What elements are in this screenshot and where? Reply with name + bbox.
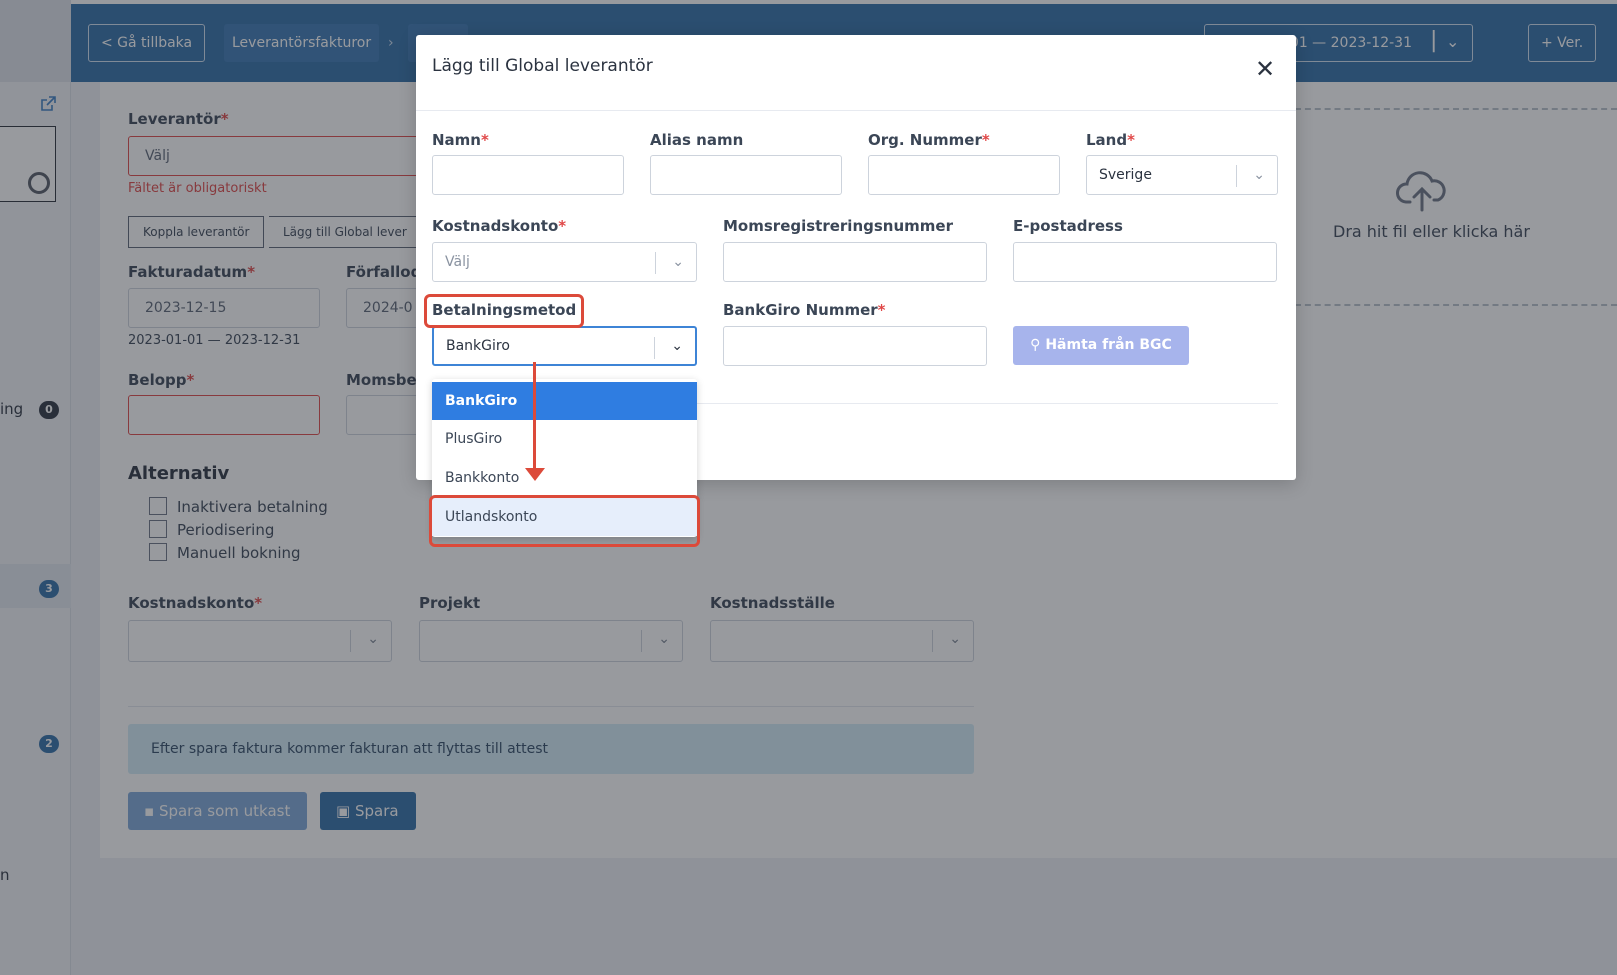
payment-method-select[interactable]: BankGiro ⌄ bbox=[432, 326, 697, 366]
modal-cost-account-label: Kostnadskonto* bbox=[432, 217, 567, 235]
org-number-label: Org. Nummer* bbox=[868, 131, 990, 149]
alias-label: Alias namn bbox=[650, 131, 744, 149]
alias-input[interactable] bbox=[650, 155, 842, 195]
country-label: Land* bbox=[1086, 131, 1135, 149]
modal-title: Lägg till Global leverantör bbox=[432, 56, 653, 76]
annotation-arrow-head bbox=[525, 468, 545, 481]
chevron-down-icon: ⌄ bbox=[672, 254, 684, 270]
vat-reg-input[interactable] bbox=[723, 242, 987, 282]
email-label: E-postadress bbox=[1013, 217, 1123, 235]
annotation-arrow bbox=[533, 362, 536, 470]
annotation-highlight-label bbox=[424, 294, 584, 328]
close-icon[interactable]: ✕ bbox=[1253, 57, 1277, 81]
bankgiro-number-label: BankGiro Nummer* bbox=[723, 301, 886, 319]
vat-reg-label: Momsregistreringsnummer bbox=[723, 217, 953, 235]
modal-header-divider bbox=[416, 110, 1296, 111]
dropdown-option-bankkonto[interactable]: Bankkonto bbox=[432, 459, 697, 497]
name-input[interactable] bbox=[432, 155, 624, 195]
email-input[interactable] bbox=[1013, 242, 1277, 282]
fetch-from-bgc-button[interactable]: ⚲ Hämta från BGC bbox=[1013, 326, 1189, 365]
name-label: Namn* bbox=[432, 131, 489, 149]
modal-cost-account-select[interactable]: Välj ⌄ bbox=[432, 242, 697, 282]
chevron-down-icon: ⌄ bbox=[1253, 167, 1265, 183]
dropdown-option-bankgiro[interactable]: BankGiro bbox=[432, 382, 697, 420]
org-number-input[interactable] bbox=[868, 155, 1060, 195]
dropdown-option-plusgiro[interactable]: PlusGiro bbox=[432, 420, 697, 458]
chevron-down-icon: ⌄ bbox=[671, 338, 683, 354]
bankgiro-number-input[interactable] bbox=[723, 326, 987, 366]
country-select[interactable]: Sverige ⌄ bbox=[1086, 155, 1278, 195]
search-icon: ⚲ bbox=[1030, 337, 1046, 353]
annotation-highlight-option bbox=[429, 495, 700, 547]
